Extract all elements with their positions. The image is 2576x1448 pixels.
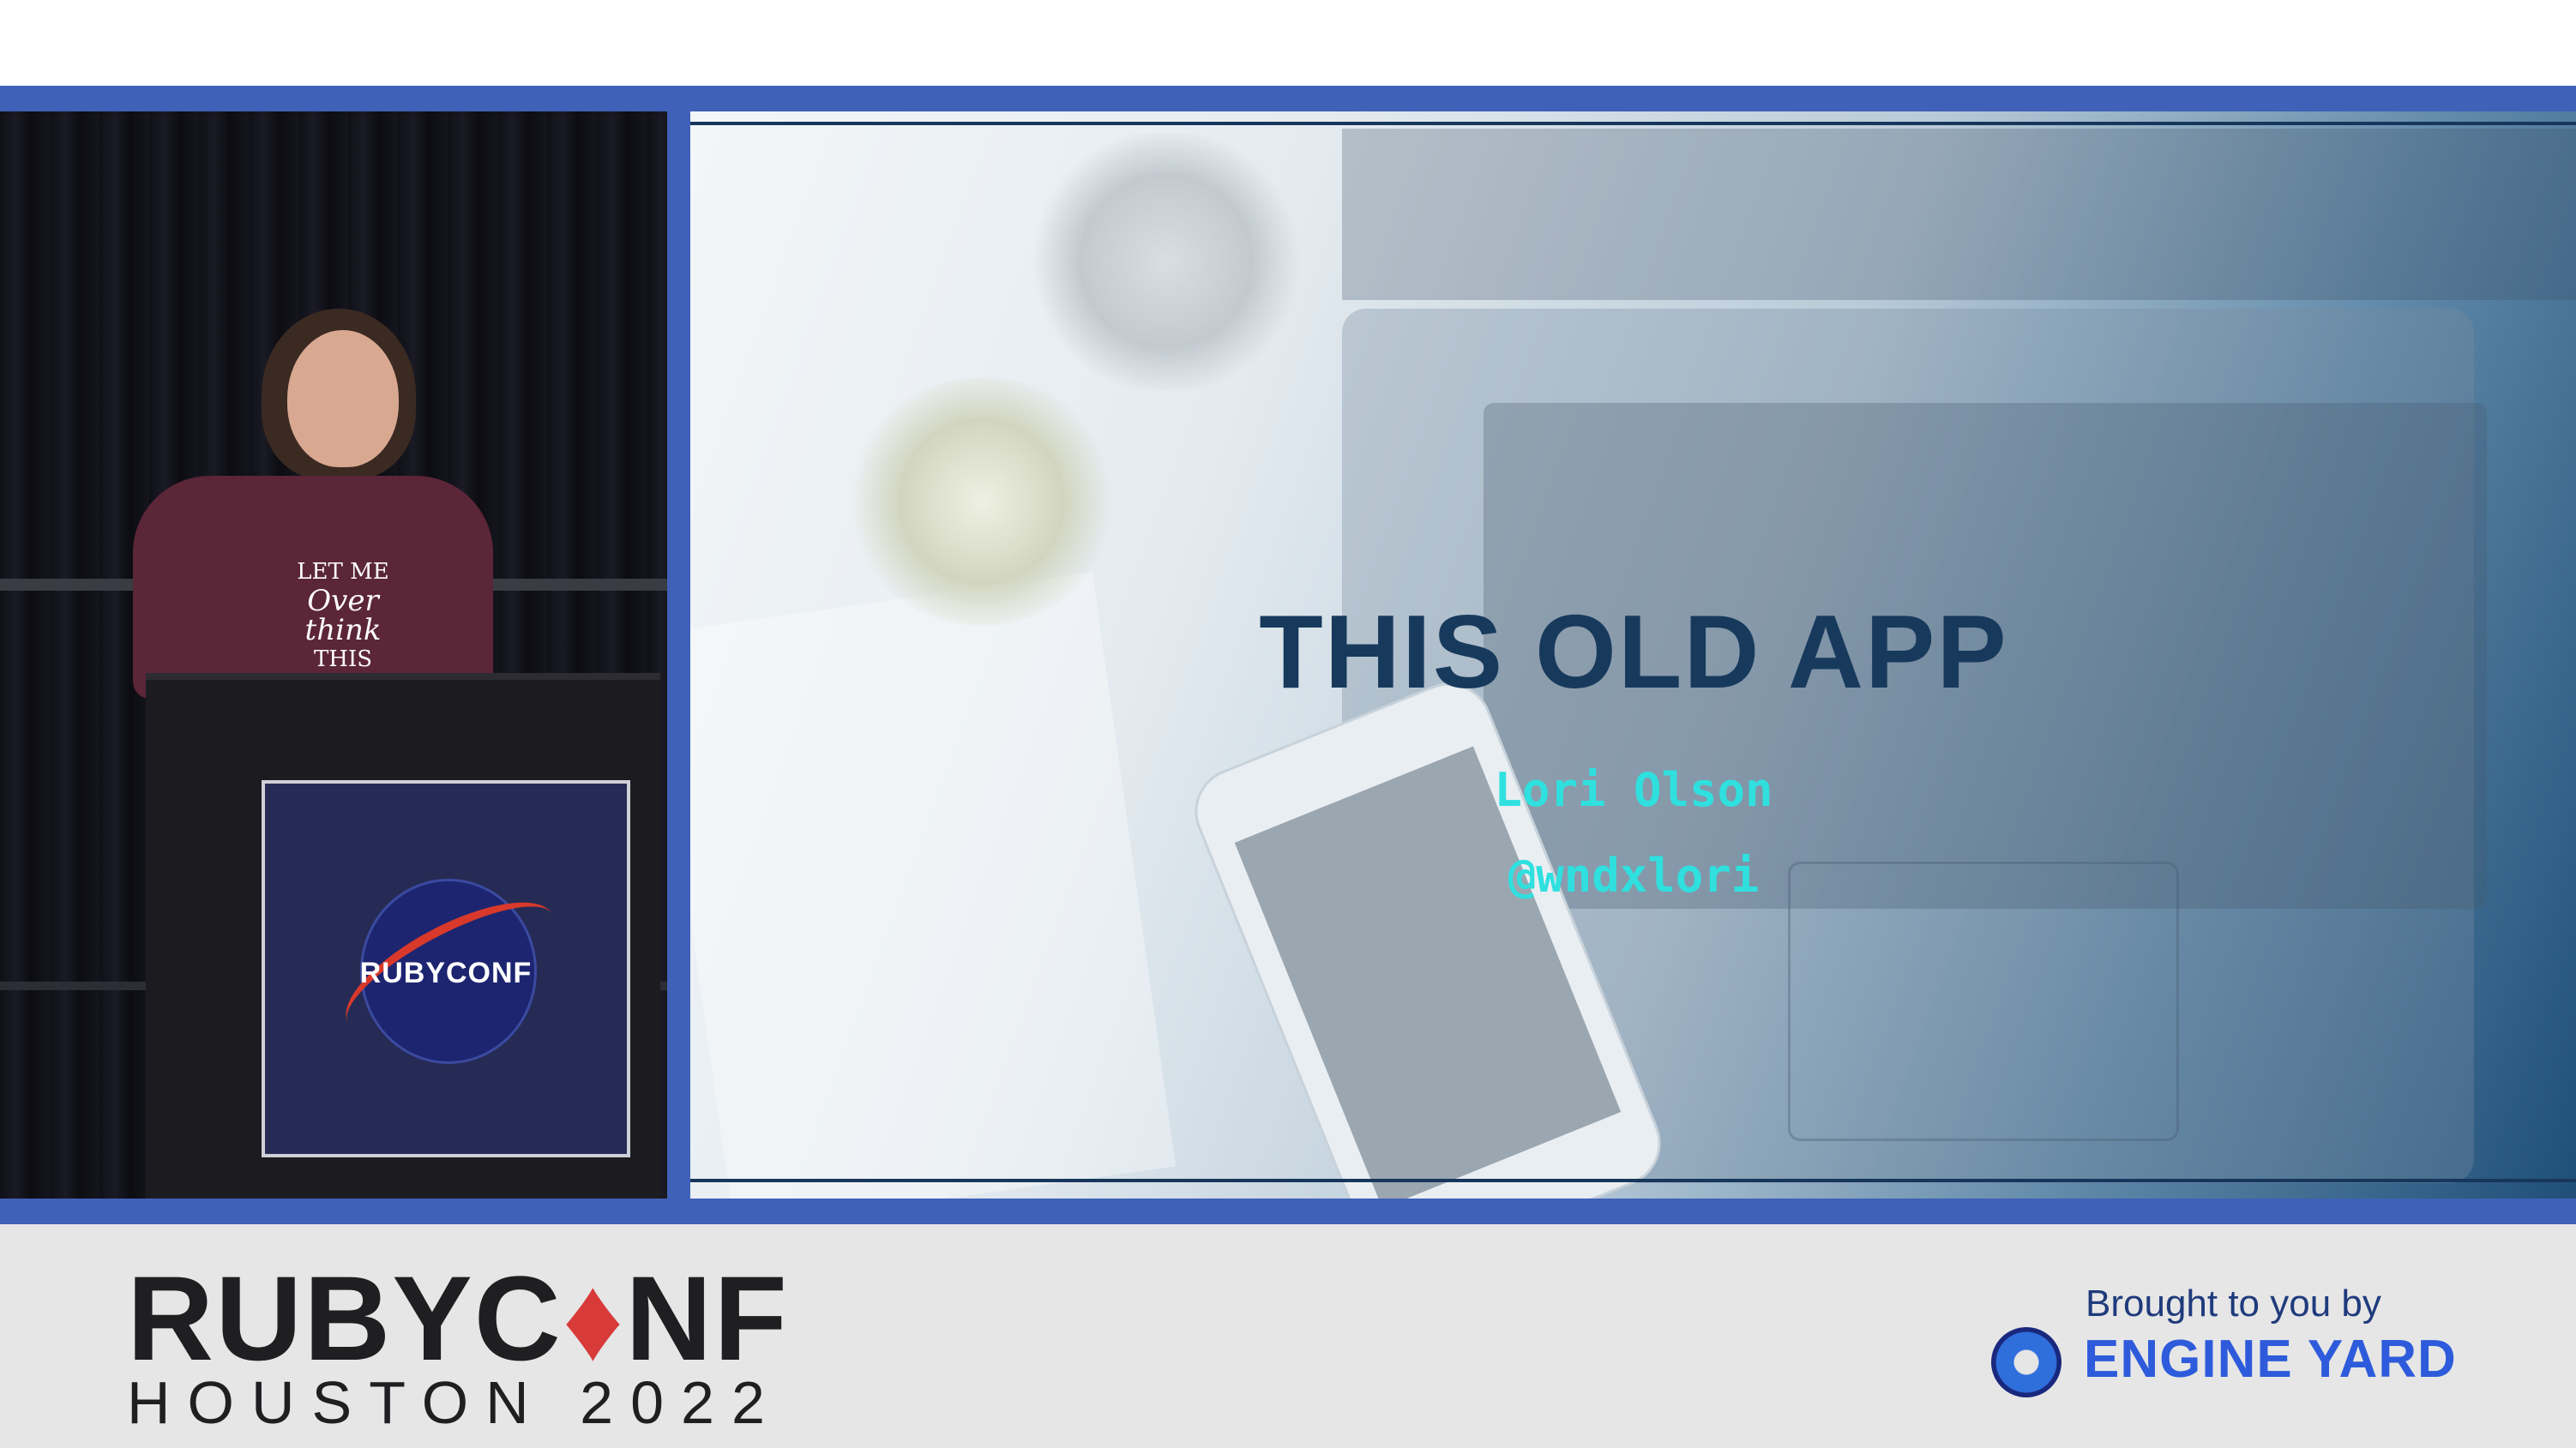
shirt-print: LET ME Over think THIS bbox=[266, 557, 420, 674]
speaker-head bbox=[287, 330, 399, 467]
slide-handle: @wndxlori bbox=[1508, 849, 1760, 903]
slide-rule-top bbox=[690, 122, 2576, 125]
slide-notebook bbox=[690, 572, 1177, 1199]
slide-plant-top bbox=[1025, 133, 1308, 390]
slide-rule-bottom bbox=[690, 1179, 2576, 1182]
rubyconf-subtitle: HOUSTON 2022 bbox=[127, 1369, 782, 1436]
sponsor-caption: Brought to you by bbox=[2085, 1283, 2381, 1325]
top-letterbox bbox=[0, 0, 2576, 86]
slide-trackpad bbox=[1788, 862, 2179, 1141]
speaker-camera-panel: LET ME Over think THIS RUBYCONF bbox=[0, 111, 667, 1199]
podium-sign-text: RUBYCONF bbox=[359, 957, 533, 989]
shirt-line-2: Over think bbox=[304, 584, 382, 647]
sponsor-name: ENGINE YARD bbox=[2084, 1330, 2457, 1389]
rubyconf-logo: RUBYC♦NF bbox=[127, 1259, 789, 1379]
podium-sign: RUBYCONF bbox=[262, 780, 630, 1157]
rubyconf-logo-prefix: RUBYC bbox=[127, 1251, 563, 1385]
slide-laptop-screen bbox=[1342, 129, 2576, 300]
rubyconf-logo-suffix: NF bbox=[625, 1251, 789, 1385]
shirt-line-1: LET ME bbox=[297, 559, 389, 585]
shirt-line-3: THIS bbox=[313, 646, 373, 672]
slide-author: Lori Olson bbox=[1494, 763, 1773, 817]
engine-yard-logo-icon bbox=[1991, 1327, 2061, 1397]
slide-title: THIS OLD APP bbox=[1259, 593, 2008, 710]
presentation-slide: THIS OLD APP Lori Olson @wndxlori bbox=[690, 111, 2576, 1199]
ruby-gem-icon: ♦ bbox=[562, 1251, 626, 1385]
slide-succulent bbox=[849, 377, 1115, 626]
conference-footer: RUBYC♦NF HOUSTON 2022 Brought to you by … bbox=[0, 1224, 2576, 1448]
